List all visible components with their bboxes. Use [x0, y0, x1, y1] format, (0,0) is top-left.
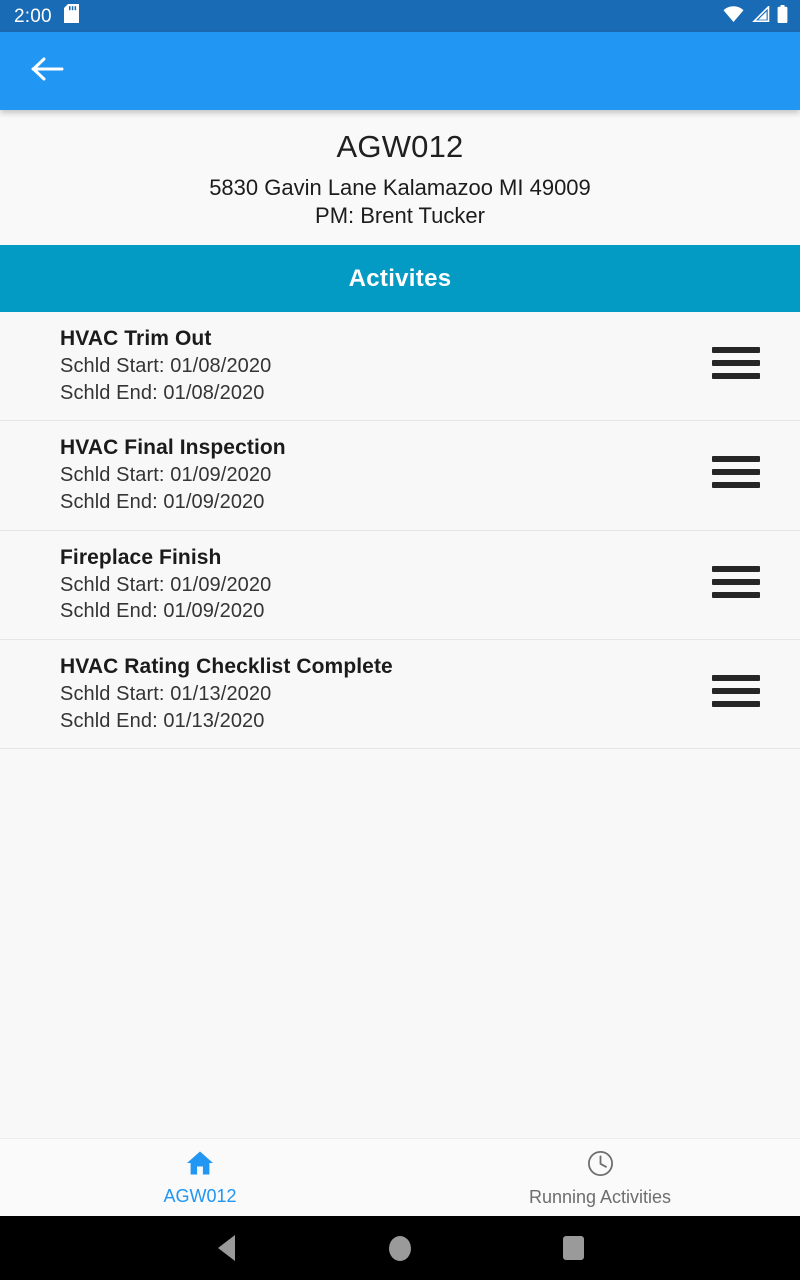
home-circle-icon: [388, 1235, 411, 1261]
home-icon: [186, 1150, 214, 1181]
status-bar-right: [723, 4, 788, 28]
status-bar-clock: 2:00: [14, 5, 52, 27]
activities-section-banner: Activites: [0, 245, 800, 312]
activity-end-date: Schld End: 01/09/2020: [60, 491, 265, 514]
back-button[interactable]: [22, 45, 74, 97]
cellular-signal-icon: [751, 4, 770, 27]
drag-handle-icon[interactable]: [712, 456, 760, 489]
system-navigation-bar: [0, 1216, 800, 1280]
activity-end-date: Schld End: 01/08/2020: [60, 381, 265, 404]
activity-text: HVAC Rating Checklist Complete Schld Sta…: [60, 653, 393, 734]
app-bar: [0, 32, 800, 110]
wifi-icon: [723, 5, 744, 27]
bottom-navigation: AGW012 Running Activities: [0, 1138, 800, 1216]
back-triangle-icon: [218, 1235, 236, 1261]
arrow-left-icon: [31, 55, 65, 88]
bottom-nav-item-running-activities[interactable]: Running Activities: [400, 1139, 800, 1216]
activity-text: HVAC Trim Out Schld Start: 01/08/2020 Sc…: [60, 325, 271, 406]
activity-title: HVAC Final Inspection: [60, 436, 286, 460]
drag-handle-icon[interactable]: [712, 674, 760, 707]
bottom-nav-label-running-activities: Running Activities: [528, 1186, 672, 1207]
system-recents-button[interactable]: [543, 1218, 603, 1278]
activity-end-date: Schld End: 01/13/2020: [60, 709, 265, 732]
recents-square-icon: [562, 1236, 584, 1260]
activities-section-label: Activites: [348, 264, 452, 292]
activity-title: HVAC Rating Checklist Complete: [60, 654, 393, 678]
status-bar-left: 2:00: [14, 4, 79, 28]
status-bar: 2:00: [0, 0, 800, 32]
activity-row[interactable]: HVAC Rating Checklist Complete Schld Sta…: [0, 639, 800, 750]
app-screen: 2:00 AGW012 5830 Gavin Lane Kalamazoo MI…: [0, 0, 800, 1280]
activity-row[interactable]: Fireplace Finish Schld Start: 01/09/2020…: [0, 530, 800, 640]
sd-card-icon: [63, 4, 79, 28]
project-address: 5830 Gavin Lane Kalamazoo MI 49009: [209, 175, 591, 201]
activity-start-date: Schld Start: 01/13/2020: [60, 683, 272, 706]
activity-text: HVAC Final Inspection Schld Start: 01/09…: [60, 434, 286, 515]
system-home-button[interactable]: [370, 1218, 430, 1278]
activity-start-date: Schld Start: 01/08/2020: [60, 355, 272, 378]
project-header: AGW012 5830 Gavin Lane Kalamazoo MI 4900…: [0, 110, 800, 245]
project-manager: PM: Brent Tucker: [315, 203, 485, 229]
activity-text: Fireplace Finish Schld Start: 01/09/2020…: [60, 544, 271, 625]
battery-icon: [777, 4, 788, 28]
activity-row[interactable]: HVAC Final Inspection Schld Start: 01/09…: [0, 421, 800, 531]
drag-handle-icon[interactable]: [712, 347, 760, 379]
system-back-button[interactable]: [197, 1218, 257, 1278]
activity-row[interactable]: HVAC Trim Out Schld Start: 01/08/2020 Sc…: [0, 312, 800, 422]
bottom-nav-item-project[interactable]: AGW012: [0, 1139, 400, 1216]
activity-title: HVAC Trim Out: [60, 327, 212, 350]
clock-icon: [587, 1150, 614, 1182]
project-code: AGW012: [336, 128, 464, 164]
activity-start-date: Schld Start: 01/09/2020: [60, 573, 272, 596]
activities-list: HVAC Trim Out Schld Start: 01/08/2020 Sc…: [0, 312, 800, 1138]
activity-title: Fireplace Finish: [60, 545, 222, 569]
activity-end-date: Schld End: 01/09/2020: [60, 600, 265, 623]
activity-start-date: Schld Start: 01/09/2020: [60, 464, 272, 487]
drag-handle-icon[interactable]: [712, 565, 760, 598]
bottom-nav-label-project: AGW012: [163, 1186, 237, 1206]
